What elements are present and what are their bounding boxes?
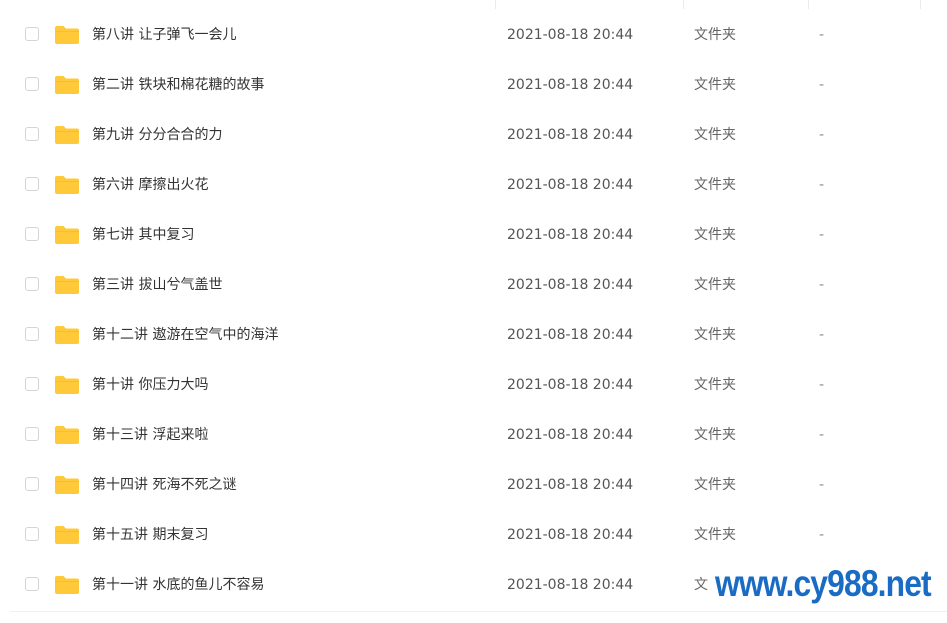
modified-date: 2021-08-18 20:44 bbox=[507, 427, 634, 443]
modified-date: 2021-08-18 20:44 bbox=[507, 227, 634, 243]
table-row[interactable]: 第十二讲 遨游在空气中的海洋 2021-08-18 20:44 文件夹 - bbox=[0, 310, 947, 360]
row-checkbox[interactable] bbox=[25, 327, 39, 341]
modified-date: 2021-08-18 20:44 bbox=[507, 177, 634, 193]
file-name[interactable]: 第二讲 铁块和棉花糖的故事 bbox=[92, 76, 264, 94]
folder-icon bbox=[54, 375, 80, 395]
column-divider bbox=[495, 0, 496, 9]
row-checkbox[interactable] bbox=[25, 527, 39, 541]
column-divider bbox=[920, 0, 921, 9]
file-size: - bbox=[819, 327, 825, 343]
table-row[interactable]: 第三讲 拔山兮气盖世 2021-08-18 20:44 文件夹 - bbox=[0, 260, 947, 310]
file-name[interactable]: 第八讲 让子弹飞一会儿 bbox=[92, 26, 236, 44]
table-row[interactable]: 第十三讲 浮起来啦 2021-08-18 20:44 文件夹 - bbox=[0, 410, 947, 460]
folder-icon bbox=[54, 425, 80, 445]
file-size: - bbox=[819, 27, 825, 43]
modified-date: 2021-08-18 20:44 bbox=[507, 577, 634, 593]
column-divider bbox=[683, 0, 684, 9]
file-size: - bbox=[819, 177, 825, 193]
table-row[interactable]: 第十四讲 死海不死之谜 2021-08-18 20:44 文件夹 - bbox=[0, 460, 947, 510]
file-type: 文件夹 bbox=[694, 527, 736, 543]
file-name[interactable]: 第七讲 其中复习 bbox=[92, 226, 194, 244]
list-bottom-border bbox=[10, 611, 947, 612]
file-name[interactable]: 第三讲 拔山兮气盖世 bbox=[92, 276, 222, 294]
folder-icon bbox=[54, 75, 80, 95]
file-type: 文件夹 bbox=[694, 127, 736, 143]
file-type: 文件夹 bbox=[694, 277, 736, 293]
folder-icon bbox=[54, 25, 80, 45]
file-name[interactable]: 第十二讲 遨游在空气中的海洋 bbox=[92, 326, 278, 344]
folder-icon bbox=[54, 475, 80, 495]
folder-icon bbox=[54, 175, 80, 195]
file-name[interactable]: 第六讲 摩擦出火花 bbox=[92, 176, 208, 194]
file-type: 文件夹 bbox=[694, 227, 736, 243]
file-size: - bbox=[819, 127, 825, 143]
file-name[interactable]: 第十四讲 死海不死之谜 bbox=[92, 476, 236, 494]
file-type: 文件夹 bbox=[694, 77, 736, 93]
folder-icon bbox=[54, 325, 80, 345]
file-size: - bbox=[819, 227, 825, 243]
file-size: - bbox=[819, 477, 825, 493]
file-type: 文件夹 bbox=[694, 327, 736, 343]
file-list: 第八讲 让子弹飞一会儿 2021-08-18 20:44 文件夹 - 第二讲 铁块和棉花… bbox=[0, 10, 947, 610]
file-size: - bbox=[819, 527, 825, 543]
modified-date: 2021-08-18 20:44 bbox=[507, 477, 634, 493]
file-type: 文件夹 bbox=[694, 27, 736, 43]
table-row[interactable]: 第六讲 摩擦出火花 2021-08-18 20:44 文件夹 - bbox=[0, 160, 947, 210]
file-size: - bbox=[819, 377, 825, 393]
row-checkbox[interactable] bbox=[25, 377, 39, 391]
column-divider bbox=[808, 0, 809, 9]
table-row[interactable]: 第十五讲 期末复习 2021-08-18 20:44 文件夹 - bbox=[0, 510, 947, 560]
row-checkbox[interactable] bbox=[25, 427, 39, 441]
modified-date: 2021-08-18 20:44 bbox=[507, 377, 634, 393]
table-row[interactable]: 第八讲 让子弹飞一会儿 2021-08-18 20:44 文件夹 - bbox=[0, 10, 947, 60]
row-checkbox[interactable] bbox=[25, 227, 39, 241]
file-type: 文件夹 bbox=[694, 177, 736, 193]
modified-date: 2021-08-18 20:44 bbox=[507, 127, 634, 143]
row-checkbox[interactable] bbox=[25, 277, 39, 291]
table-row[interactable]: 第九讲 分分合合的力 2021-08-18 20:44 文件夹 - bbox=[0, 110, 947, 160]
folder-icon bbox=[54, 225, 80, 245]
file-browser: 第八讲 让子弹飞一会儿 2021-08-18 20:44 文件夹 - 第二讲 铁块和棉花… bbox=[0, 0, 947, 623]
modified-date: 2021-08-18 20:44 bbox=[507, 527, 634, 543]
file-type: 文件夹 bbox=[694, 427, 736, 443]
folder-icon bbox=[54, 525, 80, 545]
file-name[interactable]: 第九讲 分分合合的力 bbox=[92, 126, 222, 144]
row-checkbox[interactable] bbox=[25, 577, 39, 591]
row-checkbox[interactable] bbox=[25, 177, 39, 191]
table-row[interactable]: 第七讲 其中复习 2021-08-18 20:44 文件夹 - bbox=[0, 210, 947, 260]
folder-icon bbox=[54, 275, 80, 295]
row-checkbox[interactable] bbox=[25, 27, 39, 41]
file-name[interactable]: 第十讲 你压力大吗 bbox=[92, 376, 208, 394]
row-checkbox[interactable] bbox=[25, 77, 39, 91]
modified-date: 2021-08-18 20:44 bbox=[507, 77, 634, 93]
modified-date: 2021-08-18 20:44 bbox=[507, 27, 634, 43]
file-size: - bbox=[819, 77, 825, 93]
folder-icon bbox=[54, 125, 80, 145]
watermark-text: www.cy988.net bbox=[715, 563, 932, 604]
table-row[interactable]: 第十讲 你压力大吗 2021-08-18 20:44 文件夹 - bbox=[0, 360, 947, 410]
file-size: - bbox=[819, 427, 825, 443]
file-type: 文件夹 bbox=[694, 477, 736, 493]
folder-icon bbox=[54, 575, 80, 595]
file-type: 文件夹 bbox=[694, 377, 736, 393]
modified-date: 2021-08-18 20:44 bbox=[507, 277, 634, 293]
row-checkbox[interactable] bbox=[25, 477, 39, 491]
table-row[interactable]: 第二讲 铁块和棉花糖的故事 2021-08-18 20:44 文件夹 - bbox=[0, 60, 947, 110]
row-checkbox[interactable] bbox=[25, 127, 39, 141]
file-size: - bbox=[819, 277, 825, 293]
file-name[interactable]: 第十五讲 期末复习 bbox=[92, 526, 208, 544]
file-name[interactable]: 第十一讲 水底的鱼儿不容易 bbox=[92, 576, 264, 594]
modified-date: 2021-08-18 20:44 bbox=[507, 327, 634, 343]
file-name[interactable]: 第十三讲 浮起来啦 bbox=[92, 426, 208, 444]
